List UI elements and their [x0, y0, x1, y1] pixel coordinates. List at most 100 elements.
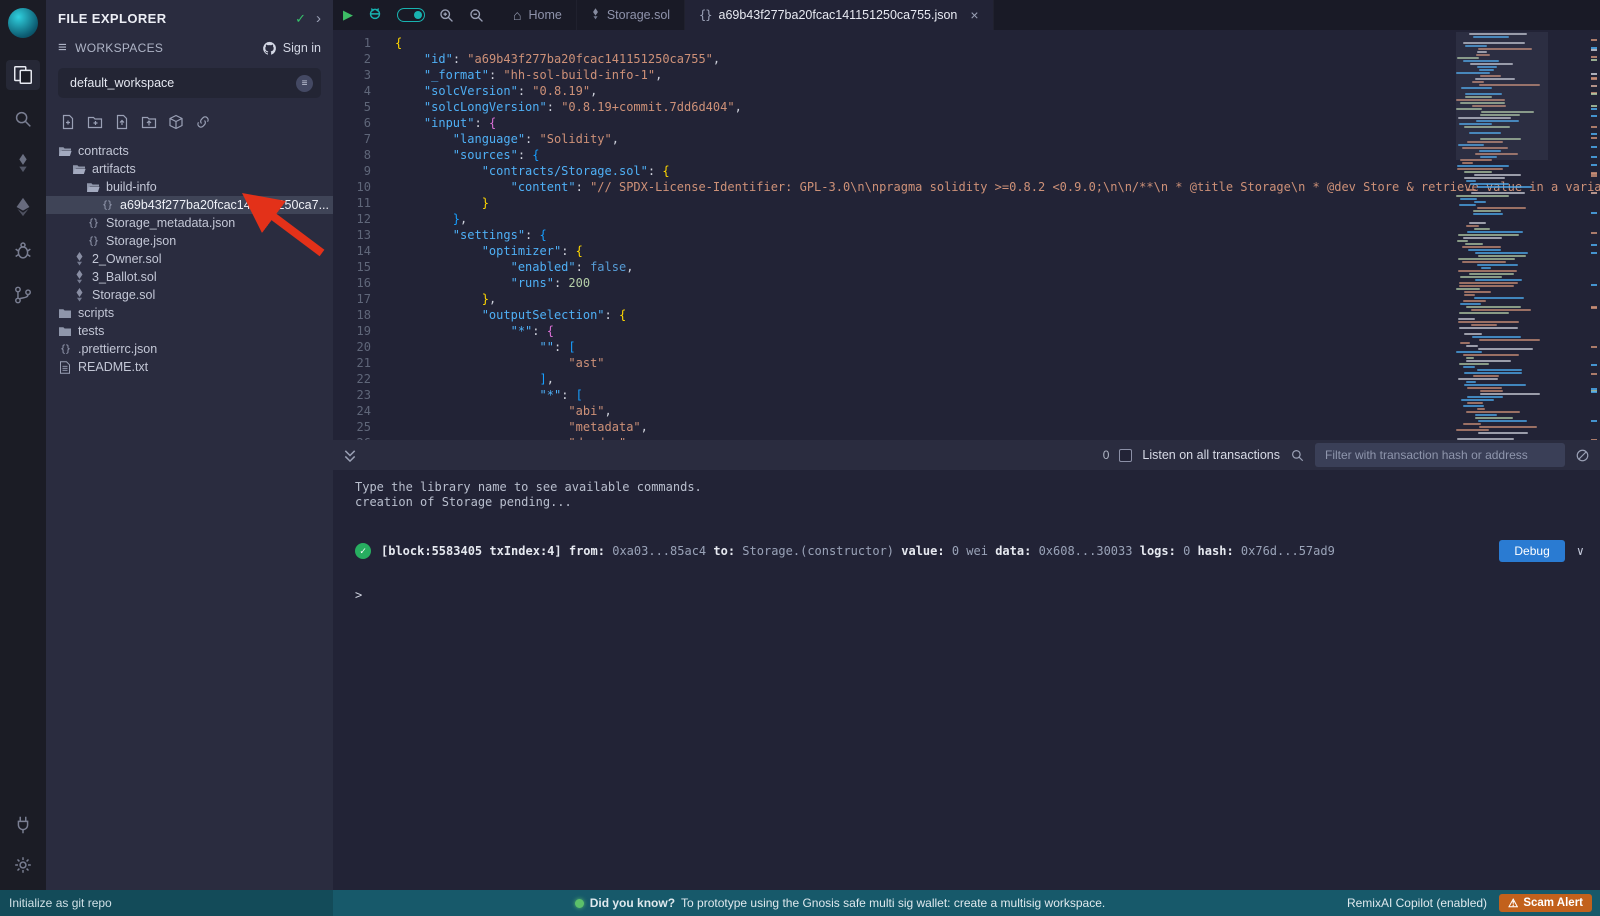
link-icon[interactable] [195, 114, 211, 130]
line-number: 5 [333, 99, 371, 115]
line-content: "*": { [371, 323, 554, 339]
zoom-out-icon[interactable] [468, 7, 485, 24]
tree-item-scripts[interactable]: scripts [46, 304, 333, 322]
solidity-file-icon [72, 270, 86, 284]
upload-folder-icon[interactable] [141, 114, 157, 130]
line-content: "sources": { [371, 147, 540, 163]
tip-text: To prototype using the Gnosis safe multi… [681, 896, 1105, 910]
new-file-icon[interactable] [60, 114, 76, 130]
tree-item-label: build-info [106, 180, 157, 194]
line-number: 9 [333, 163, 371, 179]
tab-a69b43f277ba20fcac141151250ca755-json[interactable]: {}a69b43f277ba20fcac141151250ca755.json× [685, 0, 994, 30]
clear-console-icon[interactable] [1575, 448, 1590, 463]
listen-checkbox[interactable] [1119, 449, 1132, 462]
line-number: 11 [333, 195, 371, 211]
code-line: 2 "id": "a69b43f277ba20fcac141151250ca75… [333, 51, 1600, 67]
tree-item-label: contracts [78, 144, 129, 158]
tree-item--prettierrc-json[interactable]: {}.prettierrc.json [46, 340, 333, 358]
code-line: 13 "settings": { [333, 227, 1600, 243]
scam-alert-label: Scam Alert [1523, 897, 1583, 909]
line-content: "optimizer": { [371, 243, 583, 259]
line-content: } [371, 195, 489, 211]
tree-item-2-owner-sol[interactable]: 2_Owner.sol [46, 250, 333, 268]
copilot-toggle[interactable] [397, 8, 425, 22]
plugin-manager-icon[interactable] [6, 810, 40, 840]
tab-label: a69b43f277ba20fcac141151250ca755.json [719, 8, 958, 22]
scam-alert-badge[interactable]: ⚠ Scam Alert [1499, 894, 1592, 912]
ai-assistant-icon[interactable] [366, 4, 384, 27]
code-line: 7 "language": "Solidity", [333, 131, 1600, 147]
workspace-select[interactable]: default_workspace ≡ [58, 68, 321, 98]
code-editor[interactable]: 1{2 "id": "a69b43f277ba20fcac141151250ca… [333, 30, 1600, 440]
minimap-viewport[interactable] [1456, 32, 1548, 160]
zoom-in-icon[interactable] [438, 7, 455, 24]
upload-file-icon[interactable] [114, 114, 130, 130]
line-content: "input": { [371, 115, 496, 131]
line-number: 12 [333, 211, 371, 227]
tree-item-label: Storage_metadata.json [106, 216, 235, 230]
expand-terminal-icon[interactable] [343, 448, 357, 463]
deploy-run-icon[interactable] [6, 192, 40, 222]
workspaces-menu-icon[interactable]: ≡ [58, 39, 67, 56]
terminal[interactable]: Type the library name to see available c… [333, 470, 1600, 890]
remix-logo[interactable] [8, 8, 38, 38]
settings-icon[interactable] [6, 850, 40, 880]
tree-item-label: .prettierrc.json [78, 342, 157, 356]
terminal-prompt[interactable]: > [355, 588, 1584, 602]
transaction-row[interactable]: ✓ [block:5583405 txIndex:4] from: 0xa03.… [355, 540, 1584, 562]
code-line: 6 "input": { [333, 115, 1600, 131]
tree-item-storage-sol[interactable]: Storage.sol [46, 286, 333, 304]
transaction-filter-input[interactable] [1315, 443, 1565, 467]
code-line: 23 "*": [ [333, 387, 1600, 403]
file-explorer-icon[interactable] [6, 60, 40, 90]
tree-item-3-ballot-sol[interactable]: 3_Ballot.sol [46, 268, 333, 286]
tab-label: Storage.sol [607, 8, 670, 22]
search-icon[interactable] [6, 104, 40, 134]
line-content: "outputSelection": { [371, 307, 626, 323]
tree-item-label: README.txt [78, 360, 148, 374]
tab-storage-sol[interactable]: Storage.sol [577, 0, 685, 30]
minimap[interactable] [1456, 32, 1548, 440]
tree-item-contracts[interactable]: contracts [46, 142, 333, 160]
close-tab-icon[interactable]: × [970, 7, 978, 23]
tree-item-a69b43f277ba20fcac141151250ca7-[interactable]: {}a69b43f277ba20fcac141151250ca7... [46, 196, 333, 214]
activity-bar [0, 0, 46, 890]
tree-item-artifacts[interactable]: artifacts [46, 160, 333, 178]
line-content: "settings": { [371, 227, 547, 243]
code-line: 5 "solcLongVersion": "0.8.19+commit.7dd6… [333, 99, 1600, 115]
tree-item-storage-metadata-json[interactable]: {}Storage_metadata.json [46, 214, 333, 232]
line-content: "runs": 200 [371, 275, 590, 291]
run-script-icon[interactable]: ▶ [343, 7, 353, 23]
new-folder-icon[interactable] [87, 114, 103, 130]
debugger-icon[interactable] [6, 236, 40, 266]
code-line: 1{ [333, 35, 1600, 51]
sign-in-button[interactable]: Sign in [262, 41, 321, 55]
git-icon[interactable] [6, 280, 40, 310]
tree-item-label: Storage.json [106, 234, 176, 248]
tree-item-tests[interactable]: tests [46, 322, 333, 340]
tab-home[interactable]: ⌂Home [499, 0, 577, 30]
line-number: 3 [333, 67, 371, 83]
accept-check-icon[interactable]: ✓ [295, 11, 306, 27]
debug-button[interactable]: Debug [1499, 540, 1564, 562]
tx-expand-icon[interactable]: ∨ [1577, 544, 1584, 558]
copilot-status[interactable]: RemixAI Copilot (enabled) [1347, 896, 1487, 910]
line-content: "_format": "hh-sol-build-info-1", [371, 67, 662, 83]
line-content: "abi", [371, 403, 612, 419]
panel-chevron-icon[interactable]: › [316, 10, 321, 27]
solidity-compiler-icon[interactable] [6, 148, 40, 178]
code-line: 12 }, [333, 211, 1600, 227]
code-lines: 1{2 "id": "a69b43f277ba20fcac141151250ca… [333, 30, 1600, 440]
workspace-options-icon[interactable]: ≡ [296, 75, 313, 92]
terminal-search-icon[interactable] [1290, 448, 1305, 463]
code-line: 25 "metadata", [333, 419, 1600, 435]
tree-item-storage-json[interactable]: {}Storage.json [46, 232, 333, 250]
line-number: 19 [333, 323, 371, 339]
line-content: }, [371, 211, 467, 227]
tree-item-readme-txt[interactable]: README.txt [46, 358, 333, 376]
tip-prefix: Did you know? [590, 896, 675, 910]
tab-list: ⌂HomeStorage.sol{}a69b43f277ba20fcac1411… [499, 0, 994, 30]
cube-icon[interactable] [168, 114, 184, 130]
terminal-log-line: Type the library name to see available c… [355, 480, 1584, 495]
tree-item-build-info[interactable]: build-info [46, 178, 333, 196]
